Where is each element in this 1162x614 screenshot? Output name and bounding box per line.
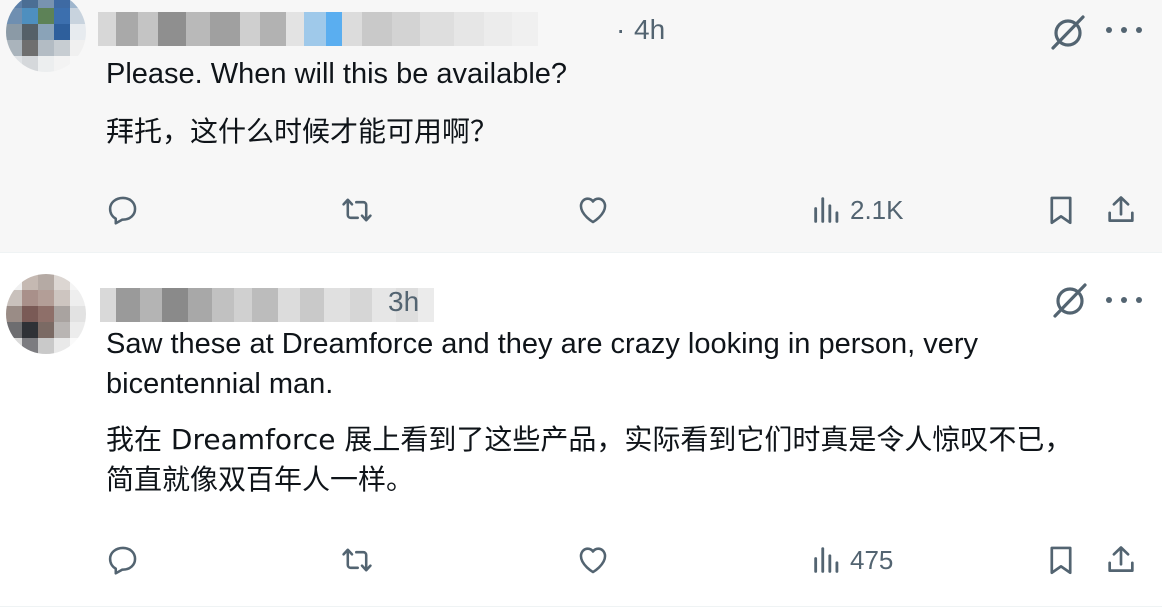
avatar[interactable] xyxy=(6,0,86,72)
more-icon[interactable] xyxy=(1106,294,1142,306)
bookmark-button[interactable] xyxy=(1044,190,1078,230)
like-button[interactable] xyxy=(576,540,610,580)
action-bar: 2.1K xyxy=(0,190,1162,230)
repost-button[interactable] xyxy=(340,190,374,230)
like-button[interactable] xyxy=(576,190,610,230)
views-icon xyxy=(814,547,839,573)
avatar[interactable] xyxy=(6,274,86,354)
post-1[interactable]: · 4h Please. When will this be available… xyxy=(0,0,1162,253)
share-button[interactable] xyxy=(1104,190,1138,230)
like-icon xyxy=(579,547,607,574)
views-icon xyxy=(814,197,839,223)
bookmark-icon xyxy=(1050,546,1072,575)
author-name-blurred[interactable] xyxy=(100,288,434,322)
reply-button[interactable] xyxy=(106,540,140,580)
repost-icon xyxy=(342,548,372,572)
post-text-en: Please. When will this be available? xyxy=(106,58,568,90)
post-text-en-line2: bicentennial man. xyxy=(106,368,334,400)
reply-button[interactable] xyxy=(106,190,140,230)
post-text-cn: 拜托，这什么时候才能可用啊？ xyxy=(106,115,499,148)
share-icon xyxy=(1108,196,1134,222)
post-text-en-line1: Saw these at Dreamforce and they are cra… xyxy=(106,328,979,360)
post-text-cn-line2: 简直就像双百年人一样。 xyxy=(106,463,415,496)
reply-icon xyxy=(108,546,137,575)
more-icon[interactable] xyxy=(1106,24,1142,36)
grok-icon[interactable] xyxy=(1048,12,1088,52)
views-count: 475 xyxy=(850,544,894,575)
post-time[interactable]: 3h xyxy=(388,286,419,318)
like-icon xyxy=(579,197,607,224)
views-button[interactable]: 475 xyxy=(810,540,893,580)
repost-button[interactable] xyxy=(340,540,374,580)
post-separator: · xyxy=(616,14,626,45)
bookmark-icon xyxy=(1050,196,1072,225)
post-2[interactable]: 3h Saw these at Dreamforce and they are … xyxy=(0,254,1162,607)
repost-icon xyxy=(342,198,372,222)
reply-icon xyxy=(108,196,137,225)
views-count: 2.1K xyxy=(850,194,904,225)
author-name-blurred[interactable] xyxy=(98,12,538,46)
post-text-cn-line1: 我在 Dreamforce 展上看到了这些产品，实际看到它们时真是令人惊叹不已， xyxy=(106,423,1073,456)
share-icon xyxy=(1108,546,1134,572)
views-button[interactable]: 2.1K xyxy=(810,190,904,230)
action-bar: 475 xyxy=(0,540,1162,580)
post-time[interactable]: 4h xyxy=(634,14,665,46)
bookmark-button[interactable] xyxy=(1044,540,1078,580)
grok-icon[interactable] xyxy=(1050,280,1090,320)
share-button[interactable] xyxy=(1104,540,1138,580)
